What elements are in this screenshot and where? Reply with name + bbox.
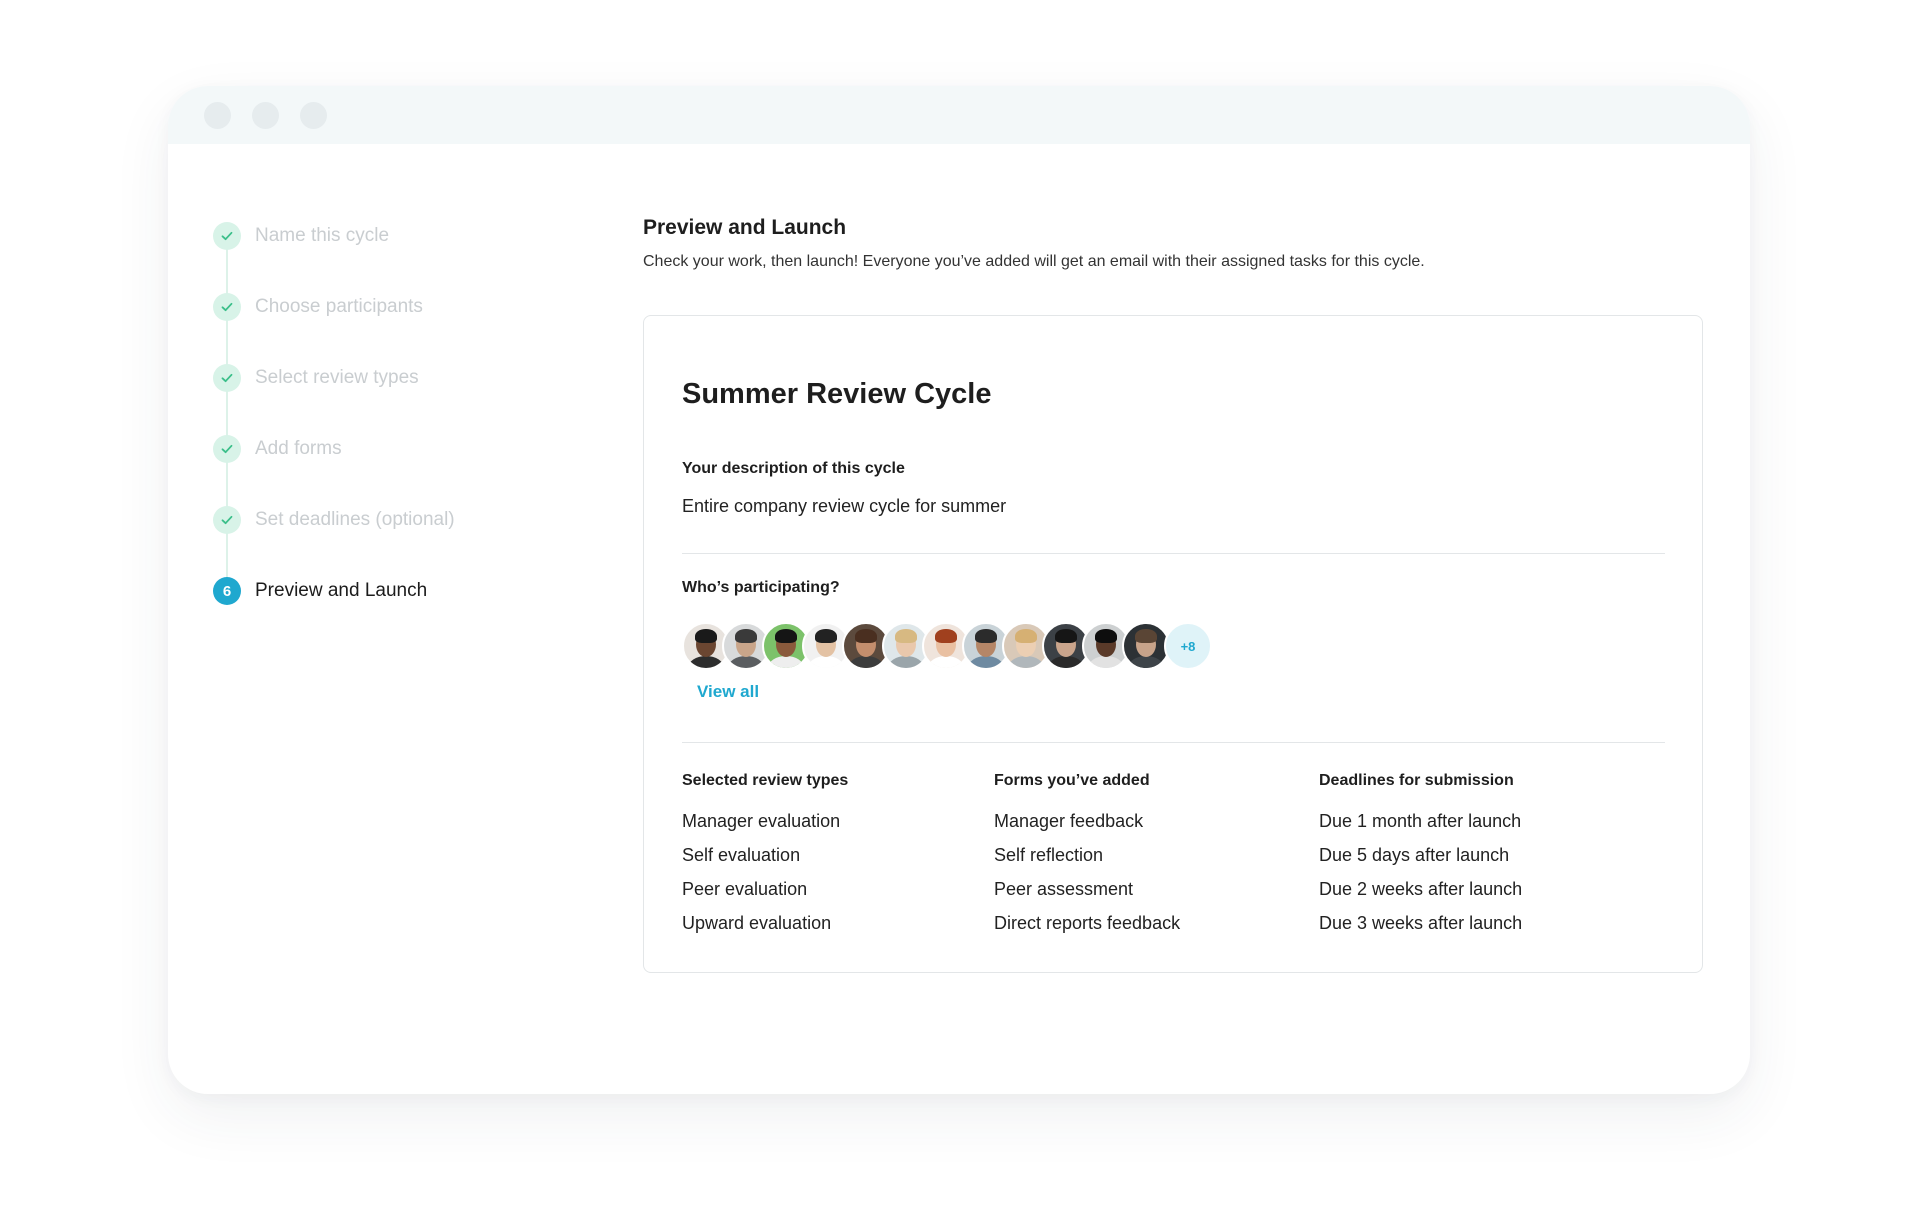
list-item: Due 1 month after launch (1319, 811, 1522, 831)
list-item: Manager evaluation (682, 811, 841, 831)
check-icon (213, 506, 241, 534)
window-control-close[interactable] (204, 102, 231, 129)
list-item: Due 3 weeks after launch (1319, 913, 1523, 933)
list-item: Manager feedback (994, 811, 1144, 831)
deadlines-column: Deadlines for submission Due 1 month aft… (1319, 772, 1522, 946)
list-item: Self reflection (994, 845, 1104, 865)
section-divider (682, 742, 1665, 743)
check-icon (213, 364, 241, 392)
step-name-this-cycle[interactable]: Name this cycle (213, 222, 389, 250)
list-item: Due 2 weeks after launch (1319, 879, 1523, 899)
step-add-forms[interactable]: Add forms (213, 435, 342, 463)
step-set-deadlines[interactable]: Set deadlines (optional) (213, 506, 455, 534)
step-number-badge: 6 (213, 577, 241, 605)
list-item: Due 5 days after launch (1319, 845, 1510, 865)
list-item: Peer assessment (994, 879, 1134, 899)
window-titlebar (168, 86, 1750, 144)
cycle-title: Summer Review Cycle (682, 378, 992, 410)
section-divider (682, 553, 1665, 554)
list-item: Upward evaluation (682, 913, 832, 933)
avatar[interactable] (1122, 622, 1170, 670)
step-label: Add forms (255, 438, 342, 459)
page-title: Preview and Launch (643, 216, 847, 239)
description-label: Your description of this cycle (682, 460, 905, 477)
more-participants-badge[interactable]: +8 (1164, 622, 1212, 670)
step-label: Choose participants (255, 296, 423, 317)
list-item: Peer evaluation (682, 879, 808, 899)
step-label: Name this cycle (255, 225, 390, 246)
app-window: Name this cycle Choose participants Sele… (168, 86, 1750, 1094)
participants-label: Who’s participating? (682, 579, 840, 596)
check-icon (213, 293, 241, 321)
description-value: Entire company review cycle for summer (682, 496, 1007, 516)
step-label: Set deadlines (optional) (255, 509, 455, 530)
view-all-link[interactable]: View all (697, 682, 759, 702)
step-select-review-types[interactable]: Select review types (213, 364, 419, 392)
step-label: Select review types (255, 367, 419, 388)
column-header: Forms you’ve added (994, 772, 1150, 789)
step-preview-and-launch[interactable]: 6 Preview and Launch (213, 577, 427, 605)
list-item: Direct reports feedback (994, 913, 1181, 933)
stepper-connector-line (226, 236, 228, 591)
column-header: Deadlines for submission (1319, 772, 1514, 789)
check-icon (213, 222, 241, 250)
window-control-maximize[interactable] (300, 102, 327, 129)
column-header: Selected review types (682, 772, 849, 789)
step-label: Preview and Launch (255, 580, 428, 601)
forms-column: Forms you’ve added Manager feedback Self… (994, 772, 1180, 946)
list-item: Self evaluation (682, 845, 801, 865)
review-types-column: Selected review types Manager evaluation… (682, 772, 848, 946)
step-choose-participants[interactable]: Choose participants (213, 293, 423, 321)
cycle-summary-card: Summer Review Cycle Your description of … (643, 315, 1703, 973)
page-description: Check your work, then launch! Everyone y… (643, 253, 1425, 270)
window-control-minimize[interactable] (252, 102, 279, 129)
check-icon (213, 435, 241, 463)
